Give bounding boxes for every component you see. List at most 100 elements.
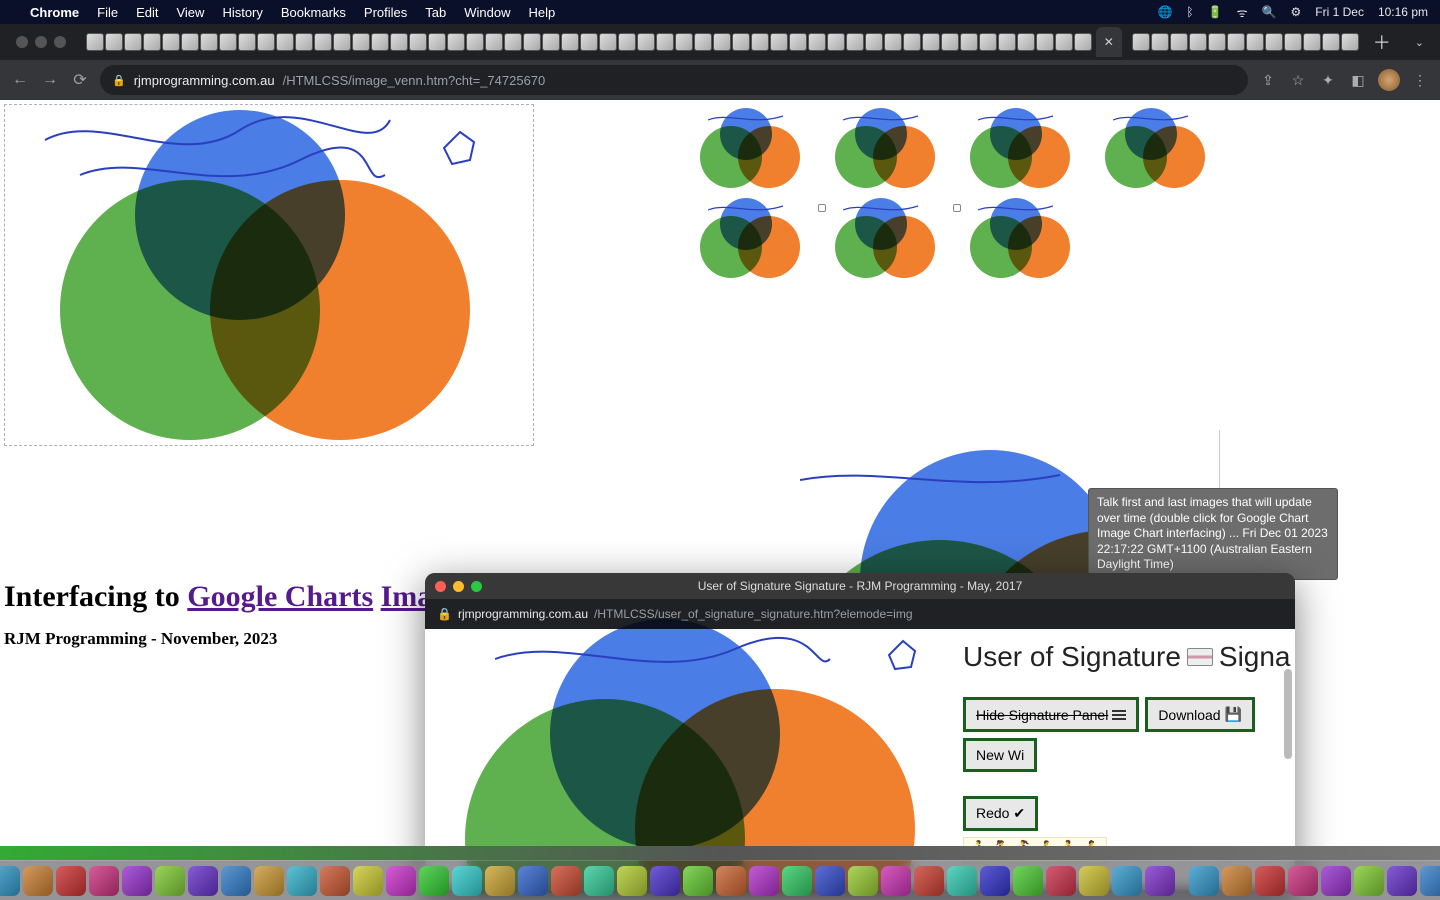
tab-favicon[interactable]: [352, 33, 370, 51]
dock-app-icon[interactable]: [782, 866, 812, 896]
tab-favicon[interactable]: [86, 33, 104, 51]
tab-favicon[interactable]: [1322, 33, 1340, 51]
dock-app-icon[interactable]: [1420, 866, 1440, 896]
tab-favicon[interactable]: [1036, 33, 1054, 51]
dock-app-icon[interactable]: [23, 866, 53, 896]
kebab-menu-icon[interactable]: ⋮: [1410, 72, 1430, 89]
dock-app-icon[interactable]: [56, 866, 86, 896]
dock-app-icon[interactable]: [1387, 866, 1417, 896]
dock-app-icon[interactable]: [485, 866, 515, 896]
dock-app-icon[interactable]: [716, 866, 746, 896]
dock-app-icon[interactable]: [287, 866, 317, 896]
tab-favicon[interactable]: [1246, 33, 1264, 51]
tab-favicon[interactable]: [656, 33, 674, 51]
venn-thumb[interactable]: [700, 198, 810, 278]
redo-button[interactable]: Redo ✔: [963, 796, 1038, 831]
dock-app-icon[interactable]: [1189, 866, 1219, 896]
tab-favicon[interactable]: [599, 33, 617, 51]
tab-favicon[interactable]: [732, 33, 750, 51]
tab-favicon[interactable]: [200, 33, 218, 51]
tab-favicon[interactable]: [124, 33, 142, 51]
popup-titlebar[interactable]: User of Signature Signature - RJM Progra…: [425, 573, 1295, 599]
globe-icon[interactable]: 🌐: [1157, 5, 1172, 19]
dock-app-icon[interactable]: [551, 866, 581, 896]
dock-app-icon[interactable]: [386, 866, 416, 896]
dock-app-icon[interactable]: [155, 866, 185, 896]
tab-favicon[interactable]: [884, 33, 902, 51]
dock-app-icon[interactable]: [947, 866, 977, 896]
dock-app-icon[interactable]: [848, 866, 878, 896]
tab-favicon[interactable]: [1208, 33, 1226, 51]
dock-app-icon[interactable]: [188, 866, 218, 896]
tab-favicon[interactable]: [162, 33, 180, 51]
tab-favicon[interactable]: [789, 33, 807, 51]
venn-thumb[interactable]: [835, 198, 945, 278]
dock-app-icon[interactable]: [0, 866, 20, 896]
dock-app-icon[interactable]: [914, 866, 944, 896]
dock-app-icon[interactable]: [1013, 866, 1043, 896]
tab-favicon[interactable]: [257, 33, 275, 51]
tab-favicon[interactable]: [485, 33, 503, 51]
dock-app-icon[interactable]: [1046, 866, 1076, 896]
tab-favicon[interactable]: [1341, 33, 1359, 51]
tab-favicon[interactable]: [1189, 33, 1207, 51]
tab-favicon[interactable]: [903, 33, 921, 51]
tab-favicon[interactable]: [143, 33, 161, 51]
back-button[interactable]: ←: [10, 71, 30, 89]
sidepanel-icon[interactable]: ◧: [1348, 72, 1368, 89]
dock-app-icon[interactable]: [683, 866, 713, 896]
tab-favicon[interactable]: [466, 33, 484, 51]
dock-app-icon[interactable]: [881, 866, 911, 896]
tab-favicon[interactable]: [1132, 33, 1150, 51]
tab-favicon[interactable]: [238, 33, 256, 51]
tab-favicon[interactable]: [428, 33, 446, 51]
dock-app-icon[interactable]: [320, 866, 350, 896]
active-tab[interactable]: ✕: [1096, 27, 1122, 57]
new-window-button[interactable]: New Wi: [963, 738, 1037, 772]
dock-app-icon[interactable]: [1112, 866, 1142, 896]
dock-app-icon[interactable]: [749, 866, 779, 896]
close-tab-icon[interactable]: ✕: [1104, 35, 1114, 49]
tab-favicon[interactable]: [542, 33, 560, 51]
menu-profiles[interactable]: Profiles: [364, 5, 407, 20]
dock-app-icon[interactable]: [518, 866, 548, 896]
menu-history[interactable]: History: [222, 5, 262, 20]
hide-signature-panel-button[interactable]: Hide Signature Panel: [963, 697, 1139, 732]
tab-favicon[interactable]: [998, 33, 1016, 51]
address-bar[interactable]: 🔒 rjmprogramming.com.au/HTMLCSS/image_ve…: [100, 65, 1248, 95]
dock-app-icon[interactable]: [617, 866, 647, 896]
tab-favicon[interactable]: [751, 33, 769, 51]
tab-favicon[interactable]: [371, 33, 389, 51]
tab-favicon[interactable]: [1265, 33, 1283, 51]
thumb-handle[interactable]: [953, 204, 961, 212]
dock-app-icon[interactable]: [650, 866, 680, 896]
tab-favicon[interactable]: [979, 33, 997, 51]
venn-main[interactable]: [60, 110, 480, 440]
tab-favicon[interactable]: [105, 33, 123, 51]
menu-window[interactable]: Window: [464, 5, 510, 20]
tab-favicon[interactable]: [333, 33, 351, 51]
tab-favicon[interactable]: [276, 33, 294, 51]
dock-app-icon[interactable]: [980, 866, 1010, 896]
profile-avatar[interactable]: [1378, 69, 1400, 91]
dock-app-icon[interactable]: [419, 866, 449, 896]
menubar-time[interactable]: 10:16 pm: [1378, 5, 1428, 19]
tab-favicon[interactable]: [504, 33, 522, 51]
dock-app-icon[interactable]: [1354, 866, 1384, 896]
control-center-icon[interactable]: ⚙: [1291, 5, 1302, 19]
venn-thumb[interactable]: [835, 108, 945, 188]
tab-favicon[interactable]: [1151, 33, 1169, 51]
venn-thumb[interactable]: [700, 108, 810, 188]
menu-bookmarks[interactable]: Bookmarks: [281, 5, 346, 20]
tab-favicon[interactable]: [561, 33, 579, 51]
link-google-charts[interactable]: Google Charts: [187, 580, 373, 613]
venn-thumb[interactable]: [970, 108, 1080, 188]
dock-app-icon[interactable]: [353, 866, 383, 896]
popup-scrollbar[interactable]: [1284, 669, 1292, 759]
popup-address-bar[interactable]: 🔒 rjmprogramming.com.au/HTMLCSS/user_of_…: [425, 599, 1295, 629]
tab-favicon[interactable]: [922, 33, 940, 51]
dock-app-icon[interactable]: [1079, 866, 1109, 896]
tab-favicon[interactable]: [1055, 33, 1073, 51]
tab-favicon[interactable]: [295, 33, 313, 51]
tab-favicon[interactable]: [941, 33, 959, 51]
